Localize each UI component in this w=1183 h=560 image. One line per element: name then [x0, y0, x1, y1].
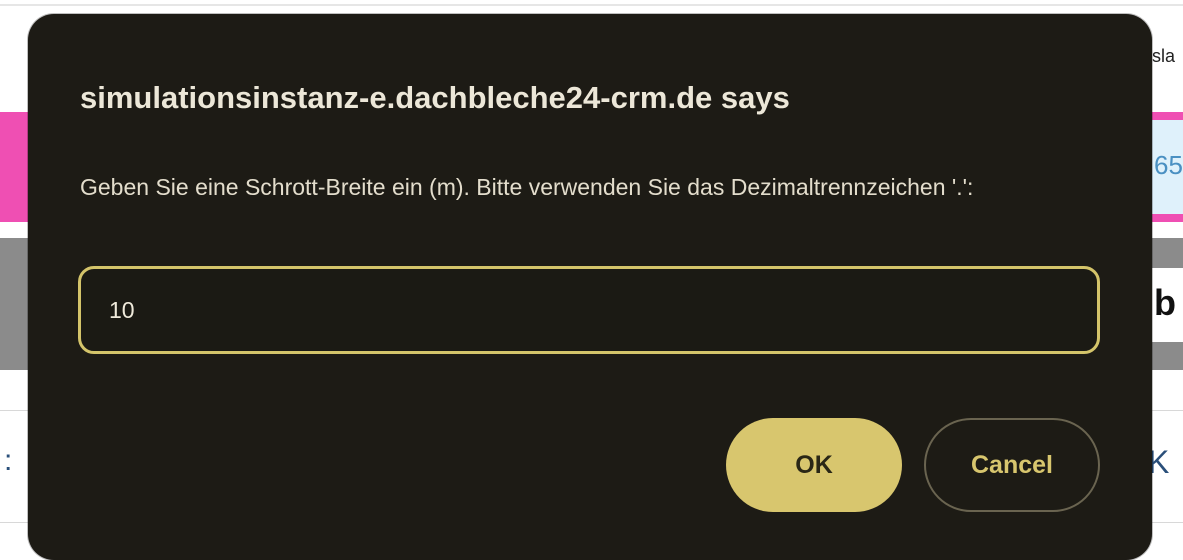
ok-button[interactable]: OK: [726, 418, 902, 512]
background-left-text: :: [4, 444, 13, 477]
dialog-message: Geben Sie eine Schrott-Breite ein (m). B…: [80, 174, 974, 200]
cancel-button[interactable]: Cancel: [924, 418, 1100, 512]
prompt-input[interactable]: [78, 266, 1100, 354]
page: sla 65 b K : simulationsinstanz-e.dachbl…: [0, 0, 1183, 560]
background-text-top: sla: [1152, 46, 1176, 66]
dialog-title: simulationsinstanz-e.dachbleche24-crm.de…: [80, 80, 790, 115]
background-top-divider: [0, 4, 1183, 6]
background-value-text: 65: [1154, 150, 1183, 180]
background-input-text: b: [1154, 282, 1176, 323]
prompt-dialog: simulationsinstanz-e.dachbleche24-crm.de…: [28, 14, 1152, 560]
